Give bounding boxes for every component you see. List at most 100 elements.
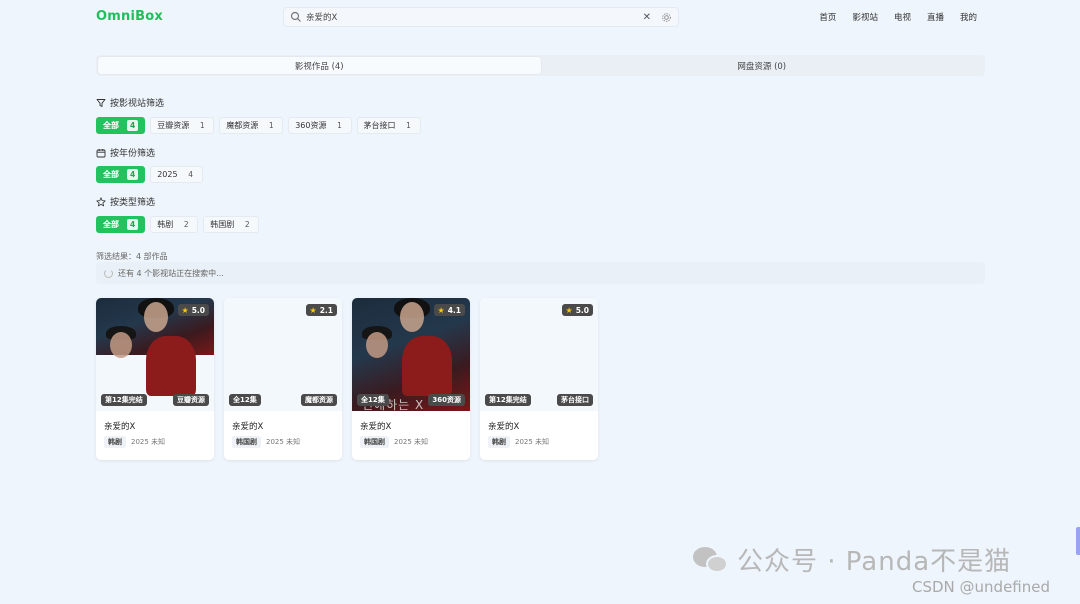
chip-label: 茅台接口 xyxy=(363,121,396,130)
clear-icon[interactable]: ✕ xyxy=(643,12,651,23)
card-title: 亲爱的X xyxy=(232,422,264,432)
genre-tag: 韩剧 xyxy=(488,436,510,448)
chip-label: 韩国剧 xyxy=(210,220,235,229)
card-title: 亲爱的X xyxy=(488,422,520,432)
site-filter-label: 按影视站筛选 xyxy=(110,99,165,109)
source-badge: 360资源 xyxy=(428,394,465,406)
poster: ★ 5.0 第12集完结 茅台接口 xyxy=(480,298,598,411)
rating-value: 2.1 xyxy=(319,305,333,315)
star-icon: ★ xyxy=(565,305,573,315)
chip-type-korean-drama[interactable]: 韩国剧 2 xyxy=(203,216,260,233)
chip-count: 4 xyxy=(127,219,139,230)
chip-site-maotai[interactable]: 茅台接口 1 xyxy=(356,117,421,134)
chip-count: 1 xyxy=(406,121,411,130)
side-edge-handle[interactable] xyxy=(1076,527,1080,555)
result-tabs: 影视作品 (4) 网盘资源 (0) xyxy=(96,55,985,76)
watermark-line1: 公众号 · Panda不是猫 xyxy=(737,547,1012,577)
chip-label: 2025 xyxy=(157,170,178,179)
card-title: 亲爱的X xyxy=(360,422,392,432)
chip-label: 全部 xyxy=(103,121,119,130)
loading-text: 还有 4 个影视站正在搜索中... xyxy=(118,268,224,278)
episode-badge: 全12集 xyxy=(357,394,389,406)
poster: ★ 5.0 第12集完结 豆瓣资源 xyxy=(96,298,214,411)
wechat-icon xyxy=(693,545,729,575)
chip-type-all[interactable]: 全部 4 xyxy=(96,216,146,233)
type-filter-title: 按类型筛选 xyxy=(96,195,155,208)
rating-badge: ★ 5.0 xyxy=(561,304,593,316)
source-badge: 豆瓣资源 xyxy=(173,394,209,406)
nav-home[interactable]: 首页 xyxy=(819,11,836,23)
card-meta: 韩国剧 2025 未知 xyxy=(360,436,428,448)
results-grid: ★ 5.0 第12集完结 豆瓣资源 亲爱的X 韩剧 2025 未知 ★ 2.1 全1… xyxy=(96,298,598,460)
app-logo[interactable]: OmniBox xyxy=(96,9,163,24)
result-card[interactable]: ★ 5.0 第12集完结 豆瓣资源 亲爱的X 韩剧 2025 未知 xyxy=(96,298,214,460)
poster: ★ 2.1 全12集 魔都资源 xyxy=(224,298,342,411)
type-filter-label: 按类型筛选 xyxy=(110,198,156,208)
card-title: 亲爱的X xyxy=(104,422,136,432)
year-area: 2025 未知 xyxy=(131,438,166,446)
chip-count: 1 xyxy=(268,121,274,130)
chip-type-kdrama[interactable]: 韩剧 2 xyxy=(150,216,199,233)
star-icon: ★ xyxy=(181,305,189,315)
calendar-icon xyxy=(96,148,106,157)
chip-count: 1 xyxy=(337,121,342,130)
chip-count: 4 xyxy=(188,170,193,179)
star-icon: ★ xyxy=(437,305,445,315)
spinner-icon xyxy=(104,268,113,278)
top-nav: 首页 影视站 电视 直播 我的 xyxy=(819,11,977,23)
result-card[interactable]: ★ 5.0 第12集完结 茅台接口 亲爱的X 韩剧 2025 未知 xyxy=(480,298,598,460)
nav-mine[interactable]: 我的 xyxy=(960,11,977,23)
chip-count: 2 xyxy=(183,220,189,229)
star-outline-icon xyxy=(96,196,106,206)
rating-value: 4.1 xyxy=(447,305,461,315)
year-filter-label: 按年份筛选 xyxy=(110,149,156,159)
chip-label: 韩剧 xyxy=(157,220,174,229)
card-meta: 韩国剧 2025 未知 xyxy=(232,436,300,448)
chip-site-all[interactable]: 全部 4 xyxy=(96,117,146,134)
tab-videos[interactable]: 影视作品 (4) xyxy=(98,57,541,74)
tab-netdisk[interactable]: 网盘资源 (0) xyxy=(541,57,984,74)
chip-site-douban[interactable]: 豆瓣资源 1 xyxy=(150,117,215,134)
result-card[interactable]: ★ 2.1 全12集 魔都资源 亲爱的X 韩国剧 2025 未知 xyxy=(224,298,342,460)
episode-badge: 第12集完结 xyxy=(485,394,531,406)
year-filter-chips: 全部 4 2025 4 xyxy=(96,166,203,183)
chip-site-360[interactable]: 360资源 1 xyxy=(288,117,352,134)
filter-icon xyxy=(96,98,106,107)
rating-value: 5.0 xyxy=(191,305,205,315)
rating-value: 5.0 xyxy=(575,305,589,315)
search-icon xyxy=(290,11,301,22)
rating-badge: ★ 5.0 xyxy=(177,304,209,316)
nav-tv[interactable]: 电视 xyxy=(894,11,911,23)
chip-year-2025[interactable]: 2025 4 xyxy=(150,166,203,183)
filter-result-count: 筛选结果：4 部作品 xyxy=(96,252,168,261)
genre-tag: 韩国剧 xyxy=(232,436,261,448)
year-area: 2025 未知 xyxy=(515,438,550,446)
search-input[interactable]: 亲爱的X xyxy=(306,11,643,23)
genre-tag: 韩国剧 xyxy=(360,436,389,448)
chip-count: 4 xyxy=(127,169,139,180)
card-meta: 韩剧 2025 未知 xyxy=(488,436,549,448)
search-bar[interactable]: 亲爱的X ✕ xyxy=(283,7,679,27)
type-filter-chips: 全部 4 韩剧 2 韩国剧 2 xyxy=(96,216,260,233)
chip-label: 全部 xyxy=(103,170,119,179)
source-badge: 魔都资源 xyxy=(301,394,337,406)
chip-label: 魔都资源 xyxy=(226,121,259,130)
card-meta: 韩剧 2025 未知 xyxy=(104,436,165,448)
wechat-watermark: 公众号 · Panda不是猫 xyxy=(693,541,1011,578)
site-filter-chips: 全部 4 豆瓣资源 1 魔都资源 1 360资源 1 茅台接口 1 xyxy=(96,117,421,134)
year-area: 2025 未知 xyxy=(266,438,301,446)
nav-live[interactable]: 直播 xyxy=(927,11,944,23)
poster: 친애하는 X ★ 4.1 全12集 360资源 xyxy=(352,298,470,411)
chip-label: 全部 xyxy=(103,220,119,229)
nav-sites[interactable]: 影视站 xyxy=(852,11,878,23)
star-icon: ★ xyxy=(309,305,317,315)
result-card[interactable]: 친애하는 X ★ 4.1 全12集 360资源 亲爱的X 韩国剧 2025 未知 xyxy=(352,298,470,460)
site-filter-title: 按影视站筛选 xyxy=(96,96,164,109)
loading-banner: 还有 4 个影视站正在搜索中... xyxy=(96,262,985,284)
rating-badge: ★ 4.1 xyxy=(433,304,465,316)
gear-icon[interactable] xyxy=(661,12,672,23)
top-header: OmniBox 亲爱的X ✕ 首页 影视站 电视 直播 我的 xyxy=(0,0,1080,34)
chip-year-all[interactable]: 全部 4 xyxy=(96,166,146,183)
chip-site-modu[interactable]: 魔都资源 1 xyxy=(219,117,284,134)
csdn-watermark: CSDN @undefined xyxy=(912,578,1051,596)
